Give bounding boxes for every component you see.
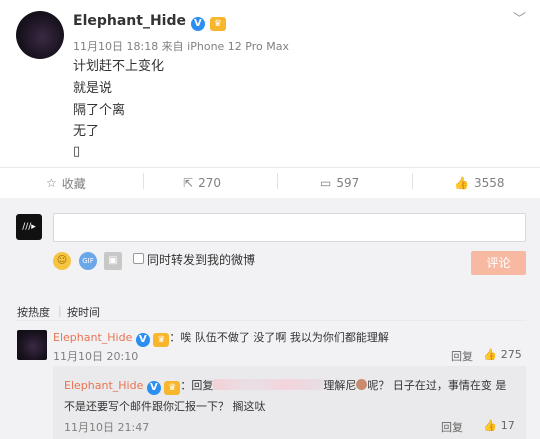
- comment-like-button[interactable]: 👍 275: [483, 348, 522, 361]
- vip-icon: ♛: [153, 333, 170, 347]
- reply-button[interactable]: 回复: [441, 419, 463, 435]
- image-icon[interactable]: ▣: [104, 252, 122, 270]
- like-icon: 👍: [454, 176, 469, 190]
- commenter-avatar[interactable]: [17, 330, 47, 360]
- vip-icon: ♛: [164, 381, 181, 395]
- author-name[interactable]: Elephant_Hide: [73, 13, 186, 29]
- reply-author[interactable]: Elephant_Hide: [64, 379, 143, 392]
- verified-icon: V: [135, 333, 150, 347]
- reply-text-line: Elephant_Hide V ♛ ：回复 理解尼 呢？ 日子在过，事情在变 是: [64, 379, 507, 395]
- post-meta: 11月10日 18:18 来自 iPhone 12 Pro Max: [73, 40, 289, 53]
- divider: [412, 173, 413, 189]
- post-line: 无了: [73, 124, 100, 139]
- avatar: [356, 379, 368, 390]
- comment-author[interactable]: Elephant_Hide: [53, 331, 132, 344]
- divider: [277, 173, 278, 189]
- divider: [143, 173, 144, 189]
- star-icon: ☆: [46, 176, 57, 190]
- reply-time: 11月10日 21:47: [64, 421, 150, 434]
- divider: [0, 167, 540, 168]
- divider: |: [58, 304, 62, 317]
- sort-time-tab[interactable]: 按时间: [67, 304, 100, 320]
- reply-button[interactable]: 回复: [451, 348, 473, 364]
- chevron-down-icon[interactable]: ﹀: [513, 8, 526, 27]
- verified-icon: V: [190, 17, 205, 31]
- reply-text-line: 不是还要写个邮件跟你汇报一下？ 搁这呔: [64, 400, 266, 413]
- author-avatar[interactable]: [16, 11, 64, 59]
- post-line: ▯: [73, 144, 81, 159]
- author-line: Elephant_Hide V ♛: [73, 13, 226, 31]
- post-line: 就是说: [73, 81, 113, 96]
- comment-time: 11月10日 20:10: [53, 350, 139, 363]
- like-icon: 👍: [483, 348, 497, 361]
- my-avatar[interactable]: ///▸: [16, 214, 42, 240]
- gif-icon[interactable]: GIF: [79, 252, 97, 270]
- favorite-button[interactable]: ☆ 收藏: [46, 172, 86, 194]
- repost-button[interactable]: ⇱ 270: [183, 172, 221, 194]
- submit-comment-button[interactable]: 评论: [471, 251, 526, 275]
- repost-icon: ⇱: [183, 176, 194, 190]
- post-line: 隔了个离: [73, 103, 126, 118]
- forward-checkbox[interactable]: [133, 253, 144, 264]
- comment-icon: ▭: [320, 176, 332, 190]
- comment-button[interactable]: ▭ 597: [320, 172, 359, 194]
- divider: [16, 320, 526, 321]
- comment-input[interactable]: [53, 213, 526, 242]
- verified-icon: V: [146, 381, 161, 395]
- comment-text: Elephant_Hide V ♛ ：唉 队伍不做了 没了啊 我以为你们都能理解: [53, 331, 389, 347]
- like-button[interactable]: 👍 3558: [454, 172, 505, 194]
- forward-label: 同时转发到我的微博: [147, 253, 256, 267]
- like-icon: 👍: [483, 419, 497, 432]
- emoji-icon[interactable]: ☺: [53, 252, 71, 270]
- post-line: 计划赶不上变化: [73, 59, 165, 74]
- sort-hot-tab[interactable]: 按热度: [17, 304, 50, 320]
- reply-like-button[interactable]: 👍 17: [483, 419, 515, 432]
- vip-icon: ♛: [209, 17, 226, 31]
- blurred-username: [213, 379, 324, 390]
